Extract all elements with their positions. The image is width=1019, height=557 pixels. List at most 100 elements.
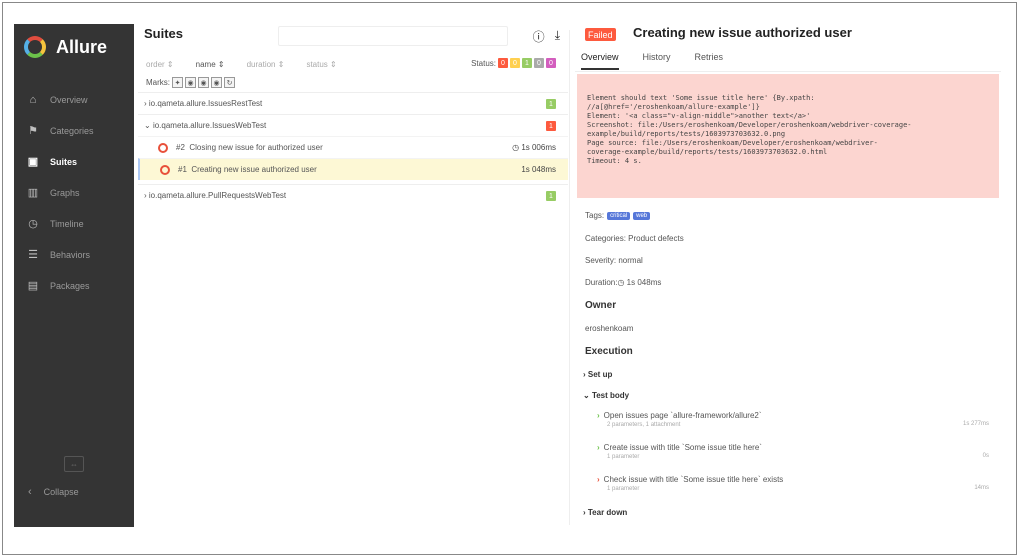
new-failed-icon[interactable]: ◉ <box>185 77 196 88</box>
sort-status[interactable]: status ⇕ <box>306 60 336 69</box>
detail-tabs: Overview History Retries <box>581 52 723 70</box>
suites-panel: Suites ⓘ ⤓ order ⇕ name ⇕ duration ⇕ sta… <box>138 24 568 527</box>
suites-tree: › io.qameta.allure.IssuesRestTest 1 ⌄ io… <box>138 92 568 206</box>
flag-icon: ⚑ <box>28 125 38 137</box>
test-index: #2 <box>176 143 185 152</box>
sidebar-item-categories[interactable]: ⚑ Categories <box>14 115 134 146</box>
chevron-right-icon: › <box>597 475 600 484</box>
keyboard-shortcut-icon[interactable]: ⇔ <box>64 456 84 472</box>
retries-icon[interactable]: ↻ <box>224 77 235 88</box>
clock-icon: ◷ <box>28 218 38 230</box>
sidebar-item-packages[interactable]: ▤ Packages <box>14 270 134 301</box>
owner-value: eroshenkoam <box>585 324 634 333</box>
tab-retries[interactable]: Retries <box>695 52 724 70</box>
clock-icon: ◷ <box>512 143 522 152</box>
status-badge: 1 <box>546 191 556 201</box>
app-name: Allure <box>56 36 108 57</box>
step-row[interactable]: › Check issue with title `Some issue titl… <box>597 475 989 503</box>
package-icon: ▤ <box>27 280 39 292</box>
error-message: Element should text 'Some issue title he… <box>577 74 999 198</box>
sidebar-item-label: Suites <box>50 156 78 167</box>
status-skipped-toggle[interactable]: 0 <box>534 58 544 68</box>
chevron-down-icon: ⌄ <box>583 391 592 400</box>
home-icon: ⌂ <box>29 93 37 106</box>
flaky-icon[interactable]: ✦ <box>172 77 183 88</box>
group-name: io.qameta.allure.IssuesWebTest <box>152 121 267 130</box>
duration-row: Duration: ◷ 1s 048ms <box>585 278 662 287</box>
test-index: #1 <box>178 165 187 174</box>
list-icon: ☰ <box>28 249 38 261</box>
status-broken-toggle[interactable]: 0 <box>510 58 520 68</box>
search-input[interactable] <box>278 26 508 46</box>
tree-group[interactable]: › io.qameta.allure.IssuesRestTest 1 <box>138 92 568 114</box>
chevron-right-icon: › <box>597 443 600 452</box>
status-unknown-toggle[interactable]: 0 <box>546 58 556 68</box>
info-icon[interactable]: ⓘ <box>533 28 545 45</box>
new-broken-icon[interactable]: ◉ <box>211 77 222 88</box>
briefcase-icon: ▣ <box>27 156 39 168</box>
sort-duration[interactable]: duration ⇕ <box>247 60 285 69</box>
test-row-selected[interactable]: #1 Creating new issue authorized user 1s… <box>138 158 568 180</box>
failed-status-icon <box>158 142 168 153</box>
sidebar-nav: ⌂ Overview ⚑ Categories ▣ Suites ▥ Graphs ◷ T… <box>14 84 134 301</box>
test-name: Creating new issue authorized user <box>191 165 317 174</box>
new-passed-icon[interactable]: ◉ <box>198 77 209 88</box>
step-params: 2 parameters, 1 attachment <box>607 422 681 428</box>
sort-controls: order ⇕ name ⇕ duration ⇕ status ⇕ <box>146 60 337 69</box>
bar-chart-icon: ▥ <box>27 187 39 199</box>
collapse-button[interactable]: ‹ Collapse <box>28 486 79 498</box>
chevron-right-icon: › <box>597 411 600 420</box>
setup-stage[interactable]: › Set up <box>583 370 612 379</box>
sidebar: Allure ⌂ Overview ⚑ Categories ▣ Suites ▥ Gr… <box>14 24 134 527</box>
sort-order[interactable]: order ⇕ <box>146 60 174 69</box>
group-name: io.qameta.allure.IssuesRestTest <box>148 99 263 108</box>
step-name: Create issue with title `Some issue titl… <box>603 443 762 452</box>
status-failed-toggle[interactable]: 0 <box>498 58 508 68</box>
allure-logo[interactable]: Allure <box>24 34 107 60</box>
clock-icon: ◷ <box>617 278 627 287</box>
tab-history[interactable]: History <box>643 52 671 70</box>
sidebar-item-suites[interactable]: ▣ Suites <box>14 146 134 177</box>
tag-web[interactable]: web <box>633 211 651 220</box>
status-passed-toggle[interactable]: 1 <box>522 58 532 68</box>
categories-row: Categories: Product defects <box>585 234 684 243</box>
step-params: 1 parameter <box>607 486 640 492</box>
allure-logo-icon <box>24 36 46 58</box>
sidebar-item-graphs[interactable]: ▥ Graphs <box>14 177 134 208</box>
status-label: Status: <box>471 58 496 68</box>
step-duration: 14ms <box>974 485 989 491</box>
test-row[interactable]: #2 Closing new issue for authorized user… <box>138 136 568 158</box>
test-body-stage[interactable]: ⌄ Test body <box>583 391 629 400</box>
failed-status-icon <box>160 164 170 175</box>
page-title: Suites <box>144 26 184 41</box>
test-duration: 1s 048ms <box>521 165 556 174</box>
tree-group[interactable]: › io.qameta.allure.PullRequestsWebTest 1 <box>138 184 568 206</box>
panel-splitter[interactable] <box>569 30 570 525</box>
sidebar-item-behaviors[interactable]: ☰ Behaviors <box>14 239 134 270</box>
sidebar-item-timeline[interactable]: ◷ Timeline <box>14 208 134 239</box>
tag-critical[interactable]: critical <box>607 211 631 220</box>
step-params: 1 parameter <box>607 454 640 460</box>
sidebar-item-overview[interactable]: ⌂ Overview <box>14 84 134 115</box>
collapse-label: Collapse <box>43 487 79 497</box>
step-duration: 0s <box>982 453 989 459</box>
step-row[interactable]: › Open issues page `allure-framework/allu… <box>597 411 989 439</box>
step-name: Open issues page `allure-framework/allur… <box>603 411 762 420</box>
execution-heading: Execution <box>585 346 633 357</box>
test-title: Creating new issue authorized user <box>633 25 852 40</box>
download-icon[interactable]: ⤓ <box>555 28 560 45</box>
chevron-down-icon: ⌄ <box>144 121 153 130</box>
tags-label: Tags: <box>585 211 605 220</box>
owner-heading: Owner <box>585 300 617 311</box>
sidebar-item-label: Graphs <box>50 187 80 198</box>
marks-label: Marks: <box>146 78 170 87</box>
sidebar-item-label: Timeline <box>50 218 84 229</box>
tree-group[interactable]: ⌄ io.qameta.allure.IssuesWebTest 1 <box>138 114 568 136</box>
sort-name[interactable]: name ⇕ <box>196 60 225 69</box>
tab-overview[interactable]: Overview <box>581 52 619 70</box>
step-name: Check issue with title `Some issue title… <box>603 475 784 484</box>
status-badge: Failed <box>585 28 616 41</box>
teardown-stage[interactable]: › Tear down <box>583 508 627 517</box>
status-filter: Status: 0 0 1 0 0 <box>471 58 556 68</box>
step-row[interactable]: › Create issue with title `Some issue tit… <box>597 443 989 471</box>
